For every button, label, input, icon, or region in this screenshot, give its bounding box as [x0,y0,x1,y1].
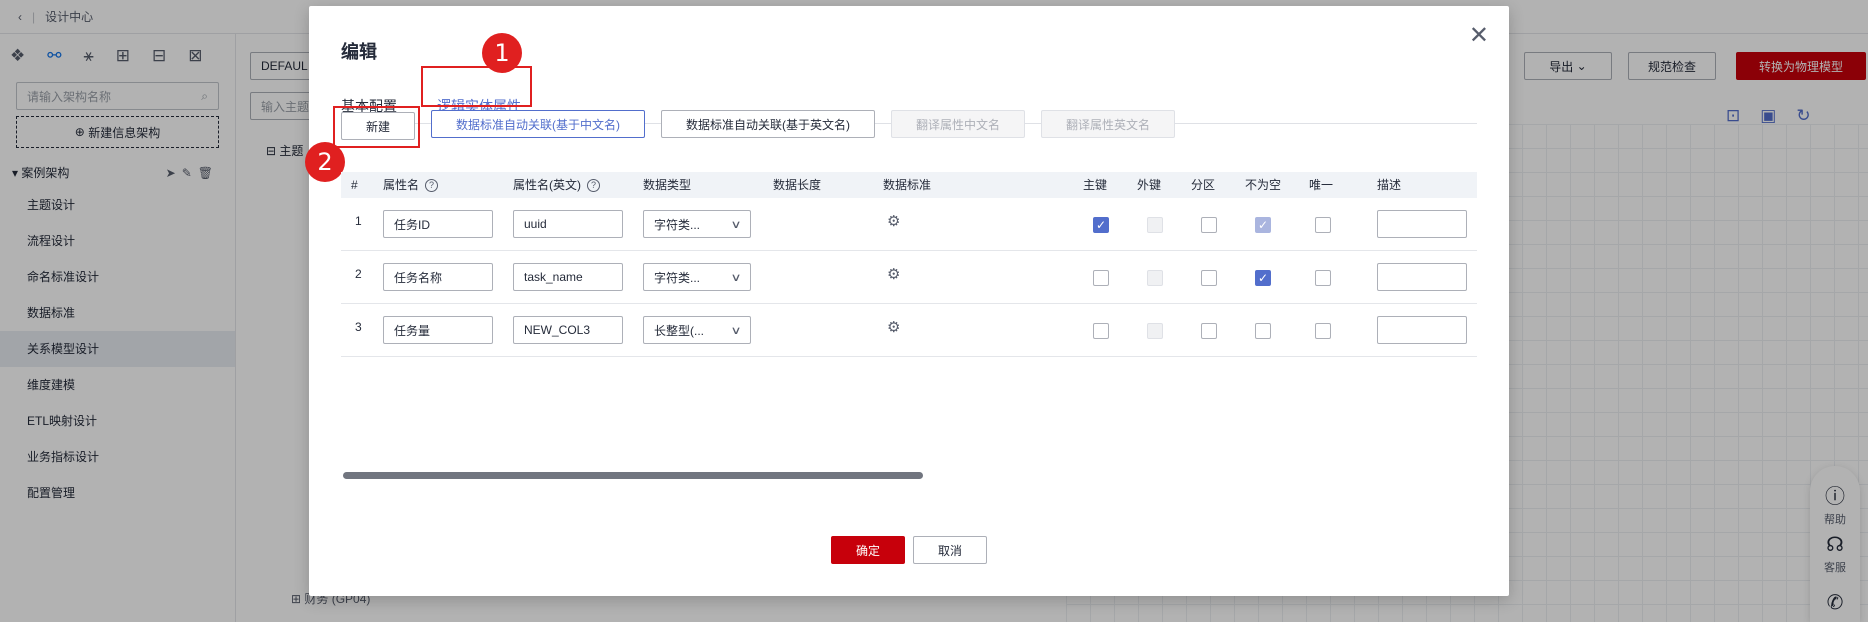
col-name-en: 属性名(英文)? [513,172,600,198]
annotation-badge-1: 1 [482,33,522,73]
fk-checkbox [1147,323,1163,339]
attribute-name-input[interactable]: 任务ID [383,210,493,238]
gear-icon[interactable]: ⚙ [887,265,900,283]
unique-checkbox[interactable] [1315,217,1331,233]
table-row: 1 任务ID uuid 字符类... ∨ ⚙ ✓ ✓ [341,198,1477,251]
attribute-name-en-input[interactable]: uuid [513,210,623,238]
col-pk: 主键 [1083,178,1108,192]
description-input[interactable] [1377,316,1467,344]
attribute-name-en-input[interactable]: task_name [513,263,623,291]
partition-checkbox[interactable] [1201,270,1217,286]
col-num: # [351,178,358,192]
gear-icon[interactable]: ⚙ [887,318,900,336]
chevron-down-icon: ∨ [730,271,742,284]
col-type: 数据类型 [643,178,692,192]
attribute-name-input[interactable]: 任务名称 [383,263,493,291]
attribute-name-input[interactable]: 任务量 [383,316,493,344]
translate-cn-button: 翻译属性中文名 [891,110,1025,138]
horizontal-scrollbar[interactable] [343,472,923,479]
partition-checkbox[interactable] [1201,217,1217,233]
translate-en-button: 翻译属性英文名 [1041,110,1175,138]
col-standard: 数据标准 [883,178,932,192]
fk-checkbox [1147,270,1163,286]
unique-checkbox[interactable] [1315,270,1331,286]
fk-checkbox [1147,217,1163,233]
col-unique: 唯一 [1309,178,1334,192]
chevron-down-icon: ∨ [730,218,742,231]
col-name: 属性名? [383,172,439,198]
cancel-button[interactable]: 取消 [913,536,987,564]
col-length: 数据长度 [773,178,822,192]
confirm-button[interactable]: 确定 [831,536,905,564]
annotation-badge-2: 2 [305,142,345,182]
chevron-down-icon: ∨ [730,324,742,337]
row-number: 3 [355,320,362,334]
row-number: 1 [355,214,362,228]
col-not-null: 不为空 [1245,178,1282,192]
description-input[interactable] [1377,210,1467,238]
new-attribute-button[interactable]: 新建 [341,112,415,140]
data-type-select[interactable]: 字符类... ∨ [643,210,751,238]
partition-checkbox[interactable] [1201,323,1217,339]
not-null-checkbox[interactable]: ✓ [1255,270,1271,286]
data-type-select[interactable]: 长整型(... ∨ [643,316,751,344]
pk-checkbox[interactable] [1093,270,1109,286]
attribute-name-en-input[interactable]: NEW_COL3 [513,316,623,344]
description-input[interactable] [1377,263,1467,291]
gear-icon[interactable]: ⚙ [887,212,900,230]
attributes-table: # 属性名? 属性名(英文)? 数据类型 数据长度 数据标准 主键 外键 分区 … [341,172,1477,357]
col-fk: 外键 [1137,178,1162,192]
table-row: 2 任务名称 task_name 字符类... ∨ ⚙ ✓ [341,251,1477,304]
data-type-select[interactable]: 字符类... ∨ [643,263,751,291]
unique-checkbox[interactable] [1315,323,1331,339]
annotation-box-tab [421,66,532,107]
help-icon[interactable]: ? [425,179,439,193]
not-null-checkbox: ✓ [1255,217,1271,233]
table-row: 3 任务量 NEW_COL3 长整型(... ∨ ⚙ [341,304,1477,357]
row-number: 2 [355,267,362,281]
col-desc: 描述 [1377,178,1402,192]
table-header: # 属性名? 属性名(英文)? 数据类型 数据长度 数据标准 主键 外键 分区 … [341,172,1477,198]
pk-checkbox[interactable] [1093,323,1109,339]
auto-link-en-button[interactable]: 数据标准自动关联(基于英文名) [661,110,875,138]
auto-link-cn-button[interactable]: 数据标准自动关联(基于中文名) [431,110,645,138]
help-icon[interactable]: ? [587,179,600,193]
not-null-checkbox[interactable] [1255,323,1271,339]
col-partition: 分区 [1191,178,1216,192]
edit-dialog: 编辑 ✕ 基本配置 逻辑实体属性 1 2 新建 数据标准自动关联(基于中文名) … [305,6,1509,596]
dialog-title: 编辑 [341,42,377,62]
pk-checkbox[interactable]: ✓ [1093,217,1109,233]
close-icon[interactable]: ✕ [1469,24,1489,48]
